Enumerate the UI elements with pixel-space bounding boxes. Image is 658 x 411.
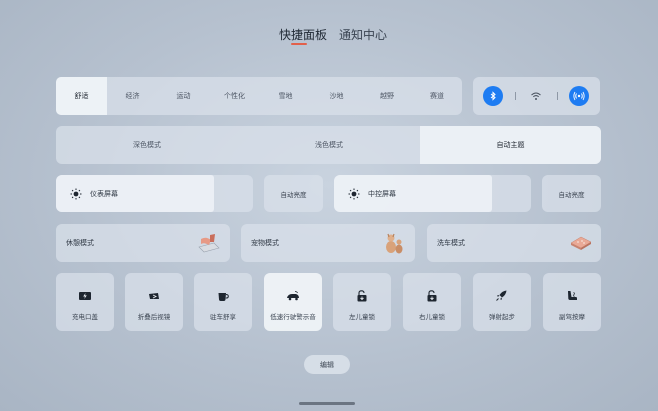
toggle-low-speed-warning[interactable]: 低速行驶警示音 — [264, 273, 322, 331]
toggle-fold-mirror[interactable]: 折叠后视镜 — [125, 273, 183, 331]
pet-mode-icon — [386, 233, 403, 254]
instrument-brightness-slider[interactable]: 仪表屏幕 — [56, 175, 253, 212]
theme-light[interactable]: 浅色模式 — [238, 126, 420, 164]
cup-icon — [218, 293, 229, 301]
drive-mode-custom[interactable]: 个性化 — [209, 77, 260, 115]
instrument-auto-brightness-button[interactable]: 自动亮度 — [264, 175, 323, 212]
drive-mode-sand[interactable]: 沙地 — [311, 77, 362, 115]
wifi-toggle[interactable] — [526, 86, 546, 106]
theme-selector: 深色模式 浅色模式 自动主题 — [56, 126, 601, 164]
sun-icon — [348, 188, 360, 200]
fold-mirror-icon — [149, 293, 159, 299]
right-child-lock-icon — [427, 290, 437, 302]
instrument-brightness-label: 仪表屏幕 — [90, 190, 118, 198]
hotspot-icon — [573, 91, 585, 101]
toggle-charge-port-label: 充电口盖 — [72, 313, 98, 321]
rocket-icon — [496, 290, 507, 301]
seat-massage-icon — [568, 291, 577, 300]
charge-port-icon — [79, 292, 91, 300]
drive-mode-offroad[interactable]: 越野 — [362, 77, 412, 115]
connectivity-divider — [515, 92, 516, 100]
drive-mode-track[interactable]: 赛道 — [412, 77, 462, 115]
toggle-left-child-lock-label: 左儿童锁 — [349, 313, 375, 321]
toggle-low-speed-warning-label: 低速行驶警示音 — [270, 313, 316, 321]
car-wash-icon — [570, 236, 592, 250]
toggle-fold-mirror-label: 折叠后视镜 — [137, 313, 171, 321]
center-brightness-label: 中控屏幕 — [368, 190, 396, 198]
toggle-right-child-lock-label: 右儿童锁 — [419, 313, 445, 321]
connectivity-panel — [473, 77, 600, 115]
toggle-parking-comfort[interactable]: 驻车舒享 — [194, 273, 252, 331]
pedestrian-warning-icon — [287, 291, 299, 301]
active-tab-indicator — [291, 43, 307, 45]
theme-auto[interactable]: 自动主题 — [420, 126, 601, 164]
hotspot-toggle[interactable] — [569, 86, 589, 106]
scene-rest-mode-label: 休憩模式 — [66, 239, 94, 247]
left-child-lock-icon — [357, 290, 367, 302]
scene-car-wash-mode-label: 洗车模式 — [437, 239, 465, 247]
wifi-icon — [531, 92, 541, 100]
drive-mode-selector: 舒适 经济 运动 个性化 雪地 沙地 越野 赛道 — [56, 77, 462, 115]
center-auto-brightness-button[interactable]: 自动亮度 — [542, 175, 601, 212]
toggle-charge-port[interactable]: 充电口盖 — [56, 273, 114, 331]
toggle-launch-start[interactable]: 弹射起步 — [473, 273, 531, 331]
bluetooth-icon — [490, 91, 496, 101]
tab-quick-panel[interactable]: 快捷面板 — [279, 26, 327, 43]
scene-car-wash-mode[interactable]: 洗车模式 — [427, 224, 601, 262]
drive-mode-snow[interactable]: 雪地 — [260, 77, 311, 115]
home-indicator[interactable] — [299, 402, 355, 405]
theme-dark[interactable]: 深色模式 — [56, 126, 238, 164]
bluetooth-toggle[interactable] — [483, 86, 503, 106]
rest-mode-icon — [198, 234, 220, 253]
scene-pet-mode[interactable]: 宠物模式 — [241, 224, 415, 262]
toggle-left-child-lock[interactable]: 左儿童锁 — [333, 273, 391, 331]
toggle-launch-start-label: 弹射起步 — [489, 313, 515, 321]
scene-rest-mode[interactable]: 休憩模式 — [56, 224, 230, 262]
sun-icon — [70, 188, 82, 200]
toggle-passenger-massage[interactable]: 副驾按摩 — [543, 273, 601, 331]
drive-mode-sport[interactable]: 运动 — [158, 77, 209, 115]
toggle-passenger-massage-label: 副驾按摩 — [559, 313, 585, 321]
center-brightness-slider[interactable]: 中控屏幕 — [334, 175, 531, 212]
edit-button[interactable]: 编辑 — [304, 355, 350, 374]
scene-pet-mode-label: 宠物模式 — [251, 239, 279, 247]
toggle-parking-comfort-label: 驻车舒享 — [210, 313, 236, 321]
toggle-right-child-lock[interactable]: 右儿童锁 — [403, 273, 461, 331]
drive-mode-comfort[interactable]: 舒适 — [56, 77, 107, 115]
connectivity-divider — [557, 92, 558, 100]
tab-notification-center[interactable]: 通知中心 — [339, 26, 387, 43]
drive-mode-eco[interactable]: 经济 — [107, 77, 158, 115]
tab-bar: 快捷面板 通知中心 — [0, 22, 658, 52]
